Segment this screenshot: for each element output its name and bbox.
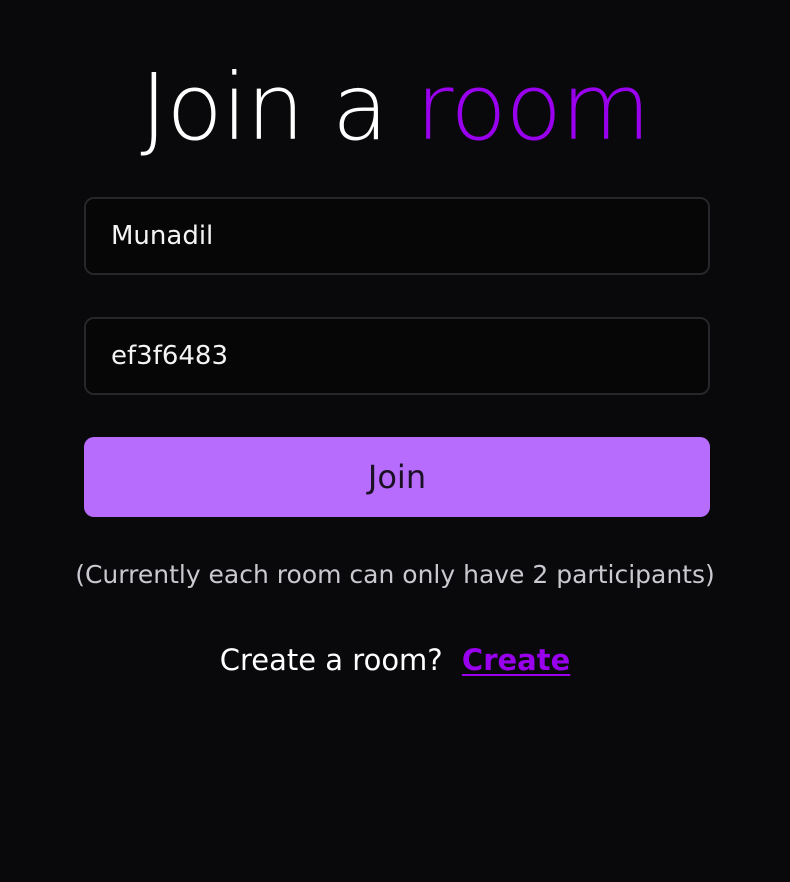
- title-accent: room: [415, 54, 651, 161]
- join-room-page: Join a room Join (Currently each room ca…: [0, 0, 790, 882]
- page-title: Join a room: [0, 56, 790, 160]
- create-room-row: Create a room? Create: [0, 640, 790, 680]
- create-room-link[interactable]: Create: [462, 643, 570, 677]
- create-room-prompt: Create a room?: [219, 643, 443, 677]
- join-button[interactable]: Join: [84, 437, 710, 517]
- participant-limit-note: (Currently each room can only have 2 par…: [75, 560, 715, 589]
- title-prefix: Join a: [140, 54, 416, 161]
- room-id-input[interactable]: [84, 317, 710, 395]
- name-input[interactable]: [84, 197, 710, 275]
